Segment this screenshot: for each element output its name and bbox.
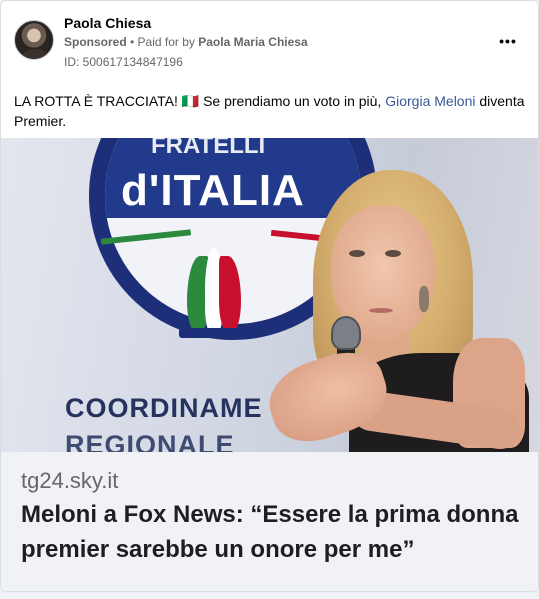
link-domain[interactable]: tg24.sky.it (21, 468, 118, 494)
post-text-start: LA ROTTA È TRACCIATA! 🇮🇹 Se prendiamo un… (14, 93, 386, 109)
post-text: LA ROTTA È TRACCIATA! 🇮🇹 Se prendiamo un… (14, 91, 526, 131)
logo-top-text: FRATELLI (151, 138, 266, 159)
page-avatar[interactable] (14, 20, 54, 60)
post-image[interactable]: FRATELLI d'ITALIA COORDINAME REGIONALE (1, 138, 538, 452)
ad-id: ID: 500617134847196 (64, 55, 183, 69)
sponsored-label: Sponsored (64, 35, 127, 49)
banner-text-line1: COORDINAME (65, 393, 263, 423)
more-options-icon[interactable]: ••• (493, 29, 523, 53)
flame-base (179, 328, 249, 338)
person-mouth (369, 308, 393, 313)
paid-for-prefix: • Paid for by (126, 35, 199, 49)
banner-text-line2: REGIONALE (65, 430, 235, 452)
microphone-icon (331, 316, 361, 350)
person-eye-right (385, 250, 401, 257)
person-eye-left (349, 250, 365, 257)
mention-link[interactable]: Giorgia Meloni (385, 93, 475, 109)
link-title[interactable]: Meloni a Fox News: “Essere la prima donn… (21, 497, 531, 567)
sponsored-post-card: Paola Chiesa Sponsored • Paid for by Pao… (0, 0, 539, 592)
logo-word: d'ITALIA (121, 166, 305, 215)
earring (419, 286, 429, 312)
payer-name: Paola Maria Chiesa (198, 35, 308, 49)
page-name[interactable]: Paola Chiesa (64, 15, 151, 31)
sponsored-line: Sponsored • Paid for by Paola Maria Chie… (64, 35, 308, 49)
